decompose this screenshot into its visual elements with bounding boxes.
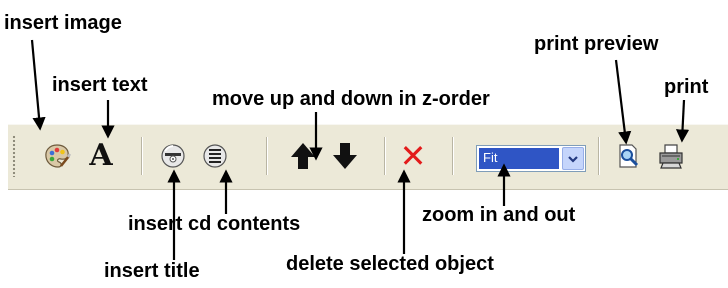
insert-image-button[interactable]	[40, 139, 74, 173]
print-preview-button[interactable]	[612, 139, 646, 173]
chevron-down-icon[interactable]	[562, 147, 584, 170]
cd-icon	[161, 144, 185, 168]
zoom-select[interactable]: Fit	[476, 145, 586, 172]
zoom-select-value: Fit	[479, 148, 559, 169]
toolbar-grip[interactable]	[12, 135, 16, 177]
toolbar-separator	[452, 137, 454, 175]
arrow-insert-image	[30, 39, 46, 131]
label-insert-title: insert title	[104, 260, 200, 282]
label-print: print	[664, 76, 709, 98]
label-move-z-order: move up and down in z-order	[212, 88, 490, 110]
toolbar-separator	[266, 137, 268, 175]
arrow-down-icon	[333, 143, 357, 169]
toolbar: A ✕ Fit	[8, 124, 728, 190]
toolbar-separator	[141, 137, 143, 175]
label-print-preview: print preview	[534, 33, 659, 55]
insert-title-button[interactable]	[156, 139, 190, 173]
cd-list-icon	[203, 144, 227, 168]
red-x-icon: ✕	[399, 137, 427, 175]
insert-text-button[interactable]: A	[84, 139, 118, 173]
label-zoom: zoom in and out	[422, 204, 576, 226]
arrow-up-icon	[291, 143, 315, 169]
move-down-button[interactable]	[328, 139, 362, 173]
label-insert-cd-contents: insert cd contents	[128, 213, 301, 235]
insert-cd-contents-button[interactable]	[198, 139, 232, 173]
letter-a-icon: A	[89, 138, 113, 173]
delete-object-button[interactable]: ✕	[396, 139, 430, 173]
move-up-button[interactable]	[286, 139, 320, 173]
palette-icon	[45, 144, 71, 168]
label-delete-object: delete selected object	[286, 253, 494, 275]
toolbar-separator	[384, 137, 386, 175]
label-insert-text: insert text	[52, 74, 148, 96]
print-button[interactable]	[654, 139, 688, 173]
printer-icon	[659, 144, 683, 169]
magnifier-page-icon	[619, 144, 639, 168]
label-insert-image: insert image	[4, 12, 122, 34]
toolbar-separator	[598, 137, 600, 175]
